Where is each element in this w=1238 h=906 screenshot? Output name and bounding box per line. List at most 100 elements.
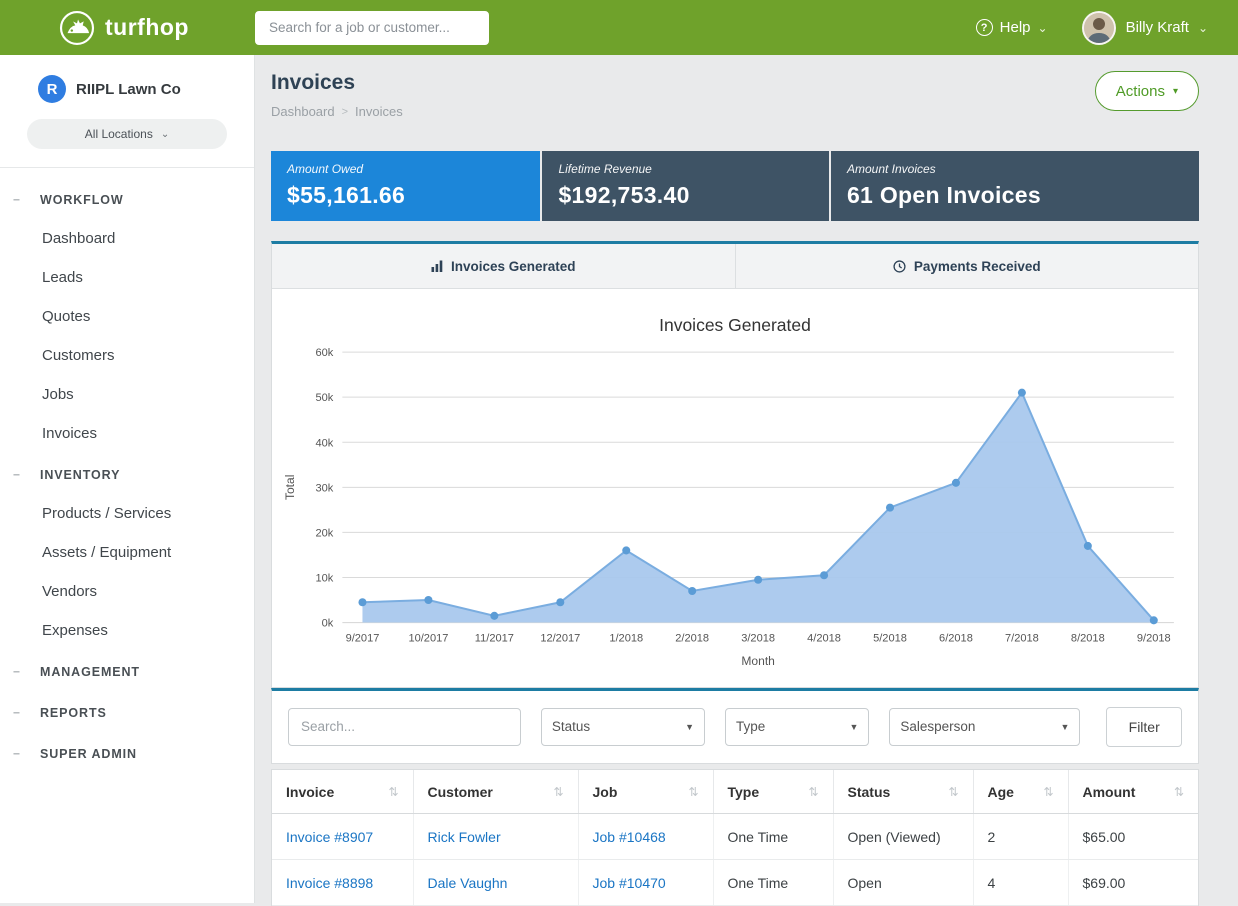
- invoice-link[interactable]: Invoice #8898: [286, 875, 373, 891]
- svg-text:5/2018: 5/2018: [873, 633, 907, 645]
- tree-dash-icon: --: [13, 705, 19, 719]
- sidebar-item-leads[interactable]: Leads: [0, 258, 254, 297]
- company-row: R RIIPL Lawn Co: [0, 55, 254, 103]
- svg-text:3/2018: 3/2018: [741, 633, 775, 645]
- main-content: Invoices Dashboard > Invoices Actions ▾ …: [255, 55, 1238, 903]
- chevron-down-icon: ⌄: [1038, 21, 1048, 35]
- job-link[interactable]: Job #10470: [593, 875, 666, 891]
- status-select[interactable]: Status ▼: [541, 708, 705, 746]
- svg-text:10k: 10k: [315, 573, 333, 585]
- section-header-reports[interactable]: -- REPORTS: [0, 691, 254, 732]
- sidebar-item-dashboard[interactable]: Dashboard: [0, 219, 254, 258]
- svg-text:4/2018: 4/2018: [807, 633, 841, 645]
- age-cell: 4: [973, 860, 1068, 906]
- user-name: Billy Kraft: [1126, 19, 1189, 36]
- chevron-down-icon: ▼: [671, 722, 694, 732]
- help-menu[interactable]: ? Help ⌄: [976, 19, 1048, 36]
- help-icon: ?: [976, 19, 993, 36]
- avatar[interactable]: [1082, 11, 1116, 45]
- tree-dash-icon: --: [13, 192, 19, 206]
- sidebar-item-quotes[interactable]: Quotes: [0, 297, 254, 336]
- sort-icon[interactable]: ⇅: [948, 785, 958, 799]
- svg-text:0k: 0k: [322, 618, 334, 630]
- stat-value: $55,161.66: [287, 182, 524, 209]
- global-search-input[interactable]: [255, 11, 489, 45]
- chart-title: Invoices Generated: [280, 315, 1190, 336]
- breadcrumb-separator-icon: >: [342, 106, 348, 118]
- sort-icon[interactable]: ⇅: [388, 785, 398, 799]
- filter-button[interactable]: Filter: [1106, 707, 1182, 747]
- customer-link[interactable]: Rick Fowler: [428, 829, 501, 845]
- sort-icon[interactable]: ⇅: [1043, 785, 1053, 799]
- svg-text:60k: 60k: [315, 347, 333, 359]
- stat-value: $192,753.40: [558, 182, 813, 209]
- sort-icon[interactable]: ⇅: [553, 785, 563, 799]
- col-header-customer[interactable]: Customer⇅: [413, 770, 578, 814]
- stat-label: Amount Invoices: [847, 162, 1183, 176]
- sidebar-item-expenses[interactable]: Expenses: [0, 611, 254, 650]
- breadcrumb: Dashboard > Invoices: [271, 104, 403, 119]
- page-title: Invoices: [271, 71, 403, 95]
- table-search-input[interactable]: [288, 708, 521, 746]
- table-row: Invoice #8907 Rick Fowler Job #10468 One…: [272, 814, 1198, 860]
- sidebar-item-vendors[interactable]: Vendors: [0, 572, 254, 611]
- section-header-super-admin[interactable]: -- SUPER ADMIN: [0, 732, 254, 773]
- company-name: RIIPL Lawn Co: [76, 81, 181, 98]
- sidebar-item-products-services[interactable]: Products / Services: [0, 494, 254, 533]
- tab-invoices-generated[interactable]: Invoices Generated: [272, 244, 735, 289]
- svg-text:1/2018: 1/2018: [609, 633, 643, 645]
- brand-name: turfhop: [105, 14, 189, 41]
- stat-label: Lifetime Revenue: [558, 162, 813, 176]
- breadcrumb-dashboard[interactable]: Dashboard: [271, 104, 335, 119]
- type-select[interactable]: Type ▼: [725, 708, 869, 746]
- tab-payments-received[interactable]: Payments Received: [735, 244, 1199, 289]
- sidebar-item-customers[interactable]: Customers: [0, 336, 254, 375]
- sidebar-item-invoices[interactable]: Invoices: [0, 414, 254, 453]
- invoice-link[interactable]: Invoice #8907: [286, 829, 373, 845]
- col-header-status[interactable]: Status⇅: [833, 770, 973, 814]
- svg-text:7/2018: 7/2018: [1005, 633, 1039, 645]
- svg-text:9/2017: 9/2017: [346, 633, 380, 645]
- user-menu[interactable]: Billy Kraft ⌄: [1126, 19, 1208, 36]
- sort-icon[interactable]: ⇅: [688, 785, 698, 799]
- invoices-table-panel: Invoice⇅ Customer⇅ Job⇅ Type⇅ Status⇅ Ag…: [271, 769, 1199, 906]
- sidebar-item-jobs[interactable]: Jobs: [0, 375, 254, 414]
- customer-link[interactable]: Dale Vaughn: [428, 875, 508, 891]
- top-navbar: turfhop ? Help ⌄ Billy Kraft ⌄: [0, 0, 1238, 55]
- chevron-down-icon: ▼: [835, 722, 858, 732]
- col-header-job[interactable]: Job⇅: [578, 770, 713, 814]
- table-header-row: Invoice⇅ Customer⇅ Job⇅ Type⇅ Status⇅ Ag…: [272, 770, 1198, 814]
- sort-icon[interactable]: ⇅: [1174, 785, 1184, 799]
- svg-text:10/2017: 10/2017: [408, 633, 448, 645]
- locations-label: All Locations: [85, 127, 153, 141]
- sidebar-nav: -- WORKFLOW Dashboard Leads Quotes Custo…: [0, 168, 254, 773]
- col-header-type[interactable]: Type⇅: [713, 770, 833, 814]
- company-logo-icon: R: [38, 75, 66, 103]
- locations-dropdown[interactable]: All Locations ⌄: [27, 119, 227, 149]
- section-header-management[interactable]: -- MANAGEMENT: [0, 650, 254, 691]
- amount-cell: $65.00: [1068, 814, 1198, 860]
- tree-dash-icon: --: [13, 467, 19, 481]
- age-cell: 2: [973, 814, 1068, 860]
- bar-chart-icon: [431, 260, 443, 272]
- turfhop-logo-icon: [58, 9, 96, 47]
- chevron-down-icon: ▼: [1046, 722, 1069, 732]
- svg-text:8/2018: 8/2018: [1071, 633, 1105, 645]
- col-header-age[interactable]: Age⇅: [973, 770, 1068, 814]
- sort-icon[interactable]: ⇅: [808, 785, 818, 799]
- status-cell: Open: [833, 860, 973, 906]
- sidebar-item-assets-equipment[interactable]: Assets / Equipment: [0, 533, 254, 572]
- actions-button[interactable]: Actions ▾: [1095, 71, 1199, 111]
- job-link[interactable]: Job #10468: [593, 829, 666, 845]
- svg-text:9/2018: 9/2018: [1137, 633, 1171, 645]
- col-header-amount[interactable]: Amount⇅: [1068, 770, 1198, 814]
- salesperson-select[interactable]: Salesperson ▼: [889, 708, 1080, 746]
- tree-dash-icon: --: [13, 664, 19, 678]
- chevron-down-icon: ⌄: [161, 129, 169, 140]
- page-header: Invoices Dashboard > Invoices Actions ▾: [271, 71, 1199, 119]
- section-header-workflow: -- WORKFLOW: [0, 178, 254, 219]
- svg-text:6/2018: 6/2018: [939, 633, 973, 645]
- svg-text:40k: 40k: [315, 437, 333, 449]
- sidebar: R RIIPL Lawn Co All Locations ⌄ -- WORKF…: [0, 55, 255, 903]
- col-header-invoice[interactable]: Invoice⇅: [272, 770, 413, 814]
